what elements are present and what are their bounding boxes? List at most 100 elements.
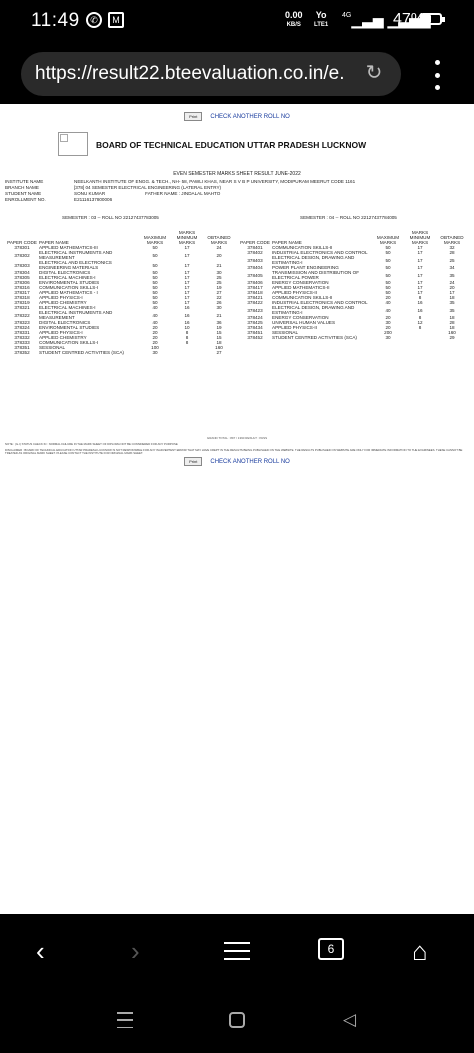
table-row: 378322 ELECTRICAL INSTRUMENTS AND MEASURE… [5,310,235,320]
table-row: 378423 ELECTRICAL DESIGN, DRAWING AND EST… [238,305,468,315]
obtained-marks: 21 [216,312,222,318]
webpage: Print CHECK ANOTHER ROLL NO BOARD OF TEC… [0,104,474,914]
check-another-link[interactable]: CHECK ANOTHER ROLL NO [210,459,289,465]
table-row: 378302 ELECTRICAL INSTRUMENTS AND MEASURE… [5,250,235,260]
max-marks: 40 [385,300,391,305]
max-marks: 40 [152,312,158,318]
menu-icon[interactable] [224,942,250,960]
note-text: NOTE : (G-I) STATUS CHECK IN : NORMAL FA… [5,442,178,446]
max-marks: 30 [385,335,391,340]
max-marks: 30 [152,350,158,355]
grand-total: GRAND TOTAL : 897 / 1390 RESULT : PASS [206,436,268,440]
obtained-marks: 29 [449,335,455,340]
system-home-icon[interactable] [229,1012,245,1028]
result-subtitle: EVEN SEMESTER MARKS SHEET RESULT JUNE-20… [173,171,301,177]
semester-3-heading: SEMESTER : 03 -- ROLL NO 22127437783005 [62,215,159,220]
address-bar[interactable]: https://result22.bteevaluation.co.in/e..… [21,52,401,96]
semester-3-table: PAPER CODE PAPER NAME MAXIMUM MARKS MARK… [5,225,235,355]
disclaimer-text: DISCLAIMER : BOARD OF TECHNICAL EDUCATIO… [5,448,463,456]
paper-code: 378301 [14,245,30,250]
paper-code: 378422 [247,300,263,305]
obtained-marks: 25 [449,257,455,263]
min-marks: 17 [184,252,190,258]
paper-name: ELECTRICAL INSTRUMENTS AND MEASUREMENT [39,250,113,260]
whatsapp-icon: ✆ [86,12,102,28]
paper-name: TRANSMISSION AND DISTRIBUTION OF ELECTRI… [272,270,360,280]
system-back-icon[interactable]: ◁ [343,1010,356,1030]
paper-name: STUDENT CENTRED ACTIVITIES (SCA) [39,350,124,355]
table-row: 378403 ELECTRICAL DESIGN, DRAWING AND EST… [238,255,468,265]
bottom-actions: Print CHECK ANOTHER ROLL NO [0,457,474,466]
obtained-marks: 20 [216,252,222,258]
obtained-marks: 27 [216,350,222,355]
paper-code: 378405 [247,272,263,278]
paper-code: 378402 [247,250,263,255]
max-marks: 50 [385,250,391,255]
table-row: 378405 TRANSMISSION AND DISTRIBUTION OF E… [238,270,468,280]
paper-code: 378404 [247,265,263,270]
url-text[interactable]: https://result22.bteevaluation.co.in/e..… [35,63,345,85]
reload-icon[interactable]: ↻ [363,62,385,84]
min-marks: 17 [417,272,423,278]
min-marks: 16 [417,307,423,313]
max-marks: 50 [152,252,158,258]
min-marks: 16 [184,305,190,310]
volte-indicator: Yo LTE1 [314,10,329,28]
table-row: 378352 STUDENT CENTRED ACTIVITIES (SCA) 30… [5,350,235,355]
paper-code: 378352 [14,350,30,355]
obtained-marks: 35 [449,307,455,313]
obtained-marks: 35 [449,300,455,305]
status-bar: 11:49 ✆ M 0.00 KB/S Yo LTE1 4G▁▃▅ ▁▃▅▇ 4… [0,0,474,42]
paper-code: 378452 [247,335,263,340]
paper-name: ELECTRICAL DESIGN, DRAWING AND ESTIMATIN… [272,255,355,265]
paper-name: ELECTRICAL DESIGN, DRAWING AND ESTIMATIN… [272,305,355,315]
top-actions: Print CHECK ANOTHER ROLL NO [0,112,474,121]
browser-toolbar: https://result22.bteevaluation.co.in/e..… [0,42,474,104]
max-marks: 40 [385,307,391,313]
min-marks: 17 [417,265,423,270]
back-arrow-icon[interactable]: ‹ [36,936,45,967]
paper-name: ELECTRICAL INSTRUMENTS AND MEASUREMENT [39,310,113,320]
print-button[interactable]: Print [184,457,203,466]
min-marks: 17 [184,245,190,250]
semester-4-table: PAPER CODE PAPER NAME MAXIMUM MARKS MARK… [238,225,468,340]
min-marks: 17 [184,262,190,268]
max-marks: 40 [152,305,158,310]
clock: 11:49 [31,10,80,31]
min-marks: 16 [184,312,190,318]
board-title: BOARD OF TECHNICAL EDUCATION UTTAR PRADE… [96,140,367,150]
min-marks: 17 [417,250,423,255]
system-nav-bar: ◁ [0,990,474,1053]
recent-apps-icon[interactable] [117,1012,133,1028]
paper-name: ELECTRICAL AND ELECTRONICS ENGINEERING M… [39,260,112,270]
obtained-marks: 30 [216,305,222,310]
max-marks: 50 [152,262,158,268]
min-marks: 8 [185,340,189,345]
print-button[interactable]: Print [184,112,203,121]
table-header: PAPER CODE PAPER NAME MAXIMUM MARKS MARK… [7,230,231,245]
student-info: INSTITUTE NAME NEELKANTH INSTITUTE OF ENG… [5,179,356,202]
table-header: PAPER CODE PAPER NAME MAXIMUM MARKS MARK… [240,230,464,245]
obtained-marks: 35 [449,272,455,278]
check-another-link[interactable]: CHECK ANOTHER ROLL NO [210,114,289,120]
network-speed: 0.00 KB/S [285,10,303,28]
paper-code: 378302 [14,252,30,258]
more-options-icon[interactable] [430,60,444,90]
max-marks: 50 [385,257,391,263]
browser-bottom-bar: ‹ › 6 ⌂ [0,914,474,990]
max-marks: 50 [385,272,391,278]
home-icon[interactable]: ⌂ [412,936,428,967]
paper-code: 378322 [14,312,30,318]
battery-icon [420,13,445,25]
paper-code: 378303 [14,262,30,268]
paper-code: 378403 [247,257,263,263]
max-marks: 50 [152,245,158,250]
forward-arrow-icon[interactable]: › [131,936,140,967]
obtained-marks: 24 [216,245,222,250]
min-marks: 17 [417,257,423,263]
obtained-marks: 34 [449,265,455,270]
tabs-button[interactable]: 6 [318,938,344,960]
paper-name: STUDENT CENTRED ACTIVITIES (SCA) [272,335,357,340]
min-marks: 16 [417,300,423,305]
mail-icon: M [108,12,124,28]
